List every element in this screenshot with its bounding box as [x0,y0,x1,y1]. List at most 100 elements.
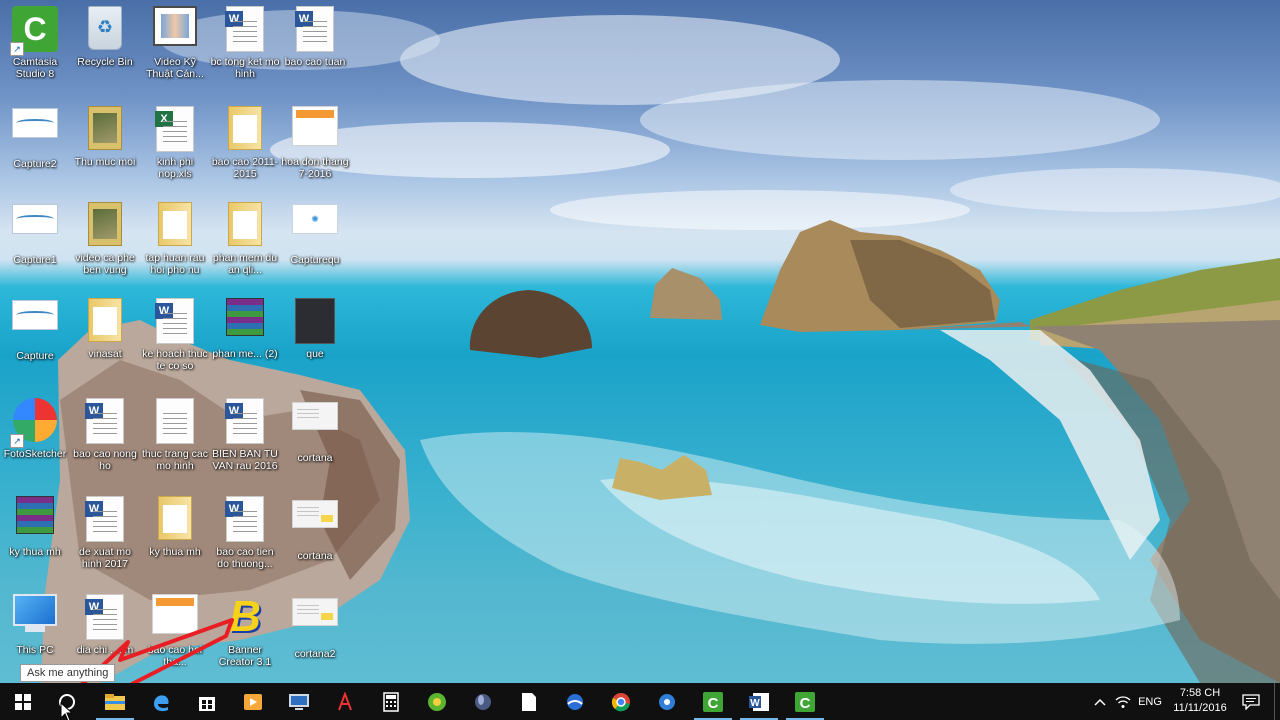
desktop-icon-de-xuat[interactable]: W de xuat mo hinh 2017 [70,490,140,586]
taskbar-file-explorer[interactable] [92,683,138,720]
desktop-icon-bao-cao-tuan[interactable]: W bao cao tuan [280,0,350,96]
folder-icon [158,496,192,540]
desktop-icon-banner-creator[interactable]: B Banner Creator 3.1 [210,588,280,684]
language-indicator[interactable]: ENG [1134,683,1166,720]
acrobat-icon [338,691,352,710]
folder-icon [228,202,262,246]
desktop-icon-ky-thua-mh-2[interactable]: ky thua mh [140,490,210,586]
camtasia-studio-icon: C [795,691,815,712]
desktop-icon-bien-ban[interactable]: W BIEN BAN TU VAN rau 2016 [210,392,280,488]
desktop-icon-phan-mem-du-an[interactable]: phan mem du an qli... [210,196,280,292]
clock-date: 11/11/2016 [1173,702,1227,714]
desktop-icon-camtasia-studio[interactable]: C Camtasia Studio 8 [0,0,70,96]
desktop-icon-fotosketcher[interactable]: FotoSketcher [0,392,70,488]
desktop-icon-cortana2[interactable]: cortana2 [280,588,350,684]
icon-label: que [306,348,324,360]
taskbar-word[interactable]: W [736,683,782,720]
word-document-icon: W [85,496,124,542]
desktop-icon-bao-cao-nong-ho[interactable]: W bao cao nong ho [70,392,140,488]
desktop-icon-video-ca-phe[interactable]: video ca phe ben vung [70,196,140,292]
spreadsheet-icon [292,106,338,146]
svg-text:C: C [708,695,719,712]
browser-icon [567,693,583,710]
taskbar-camtasia-studio[interactable]: C [782,683,828,720]
image-document-icon [152,594,198,634]
taskbar-chrome[interactable] [598,683,644,720]
taskbar-browser[interactable] [552,683,598,720]
start-button[interactable] [0,683,46,720]
recycle-bin-icon: ♻ [88,6,122,50]
taskbar-edge[interactable] [138,683,184,720]
desktop-icon-bao-cao-tien-do[interactable]: W bao cao tien do thuong... [210,490,280,586]
video-file-icon [153,6,197,46]
taskbar-camtasia-recorder[interactable]: C [690,683,736,720]
desktop-icon-kinh-phi[interactable]: X kinh phi nop.xls [140,100,210,196]
desktop-icon-capture2[interactable]: Capture2 [0,100,70,196]
taskbar-green-app[interactable] [414,683,460,720]
desktop-icon-capture1[interactable]: Capture1 [0,196,70,292]
word-document-icon: W [85,594,124,640]
action-center-button[interactable] [1236,683,1266,720]
desktop-icon-ke-hoach[interactable]: W ke hoach thuc te co so [140,292,210,388]
svg-text:C: C [800,695,811,712]
desktop-icon-vinasat[interactable]: vinasat [70,292,140,388]
image-file-icon: ✺ [292,204,338,234]
desktop-icon-thu-muc-moi[interactable]: Thu muc moi [70,100,140,196]
word-icon: W [749,692,769,711]
desktop-icon-recycle-bin[interactable]: ♻ Recycle Bin [70,0,140,96]
mouse-cursor-icon [60,702,74,720]
desktop-icon-cortana-b[interactable]: cortana [280,490,350,586]
windows-logo-icon [15,693,31,710]
svg-text:W: W [750,698,760,709]
icon-label: bao cao tien do thuong... [216,546,274,570]
icon-label: phan mem du an qli... [212,252,278,276]
desktop-icon-hoa-don[interactable]: hoa don thang 7-2016 [280,100,350,196]
desktop-icon-ky-thua-mh[interactable]: ky thua mh [0,490,70,586]
icon-label: video ca phe ben vung [75,252,135,276]
icon-label: bc tong ket mo hinh [210,56,280,80]
desktop-icon-capturequ[interactable]: ✺ Capturequ [280,196,350,292]
icon-label: kinh phi nop.xls [156,156,194,180]
clock[interactable]: 7:58 CH 11/11/2016 [1168,686,1232,716]
taskbar-acrobat[interactable] [322,683,368,720]
taskbar-store[interactable] [184,683,230,720]
wifi-icon [1115,695,1131,708]
tray-overflow-button[interactable] [1090,683,1110,720]
desktop-icon-cortana[interactable]: cortana [280,392,350,488]
taskbar-globe-app[interactable] [460,683,506,720]
desktop-icon-tap-huan[interactable]: tap huan rau hoi pho nu [140,196,210,292]
desktop-icon-capture[interactable]: Capture [0,292,70,388]
taskbar-remote-desktop[interactable] [276,683,322,720]
desktop-icon-thuc-trang[interactable]: thuc trang cac mo hinh [140,392,210,488]
image-file-icon [292,598,338,626]
network-button[interactable] [1112,683,1134,720]
taskbar-media-center[interactable] [644,683,690,720]
icon-label: This PC [16,644,54,656]
word-document-icon: W [295,6,334,52]
icon-label: Banner Creator 3.1 [218,644,272,668]
desktop-icon-bao-cao-2011[interactable]: bao cao 2011-2015 [210,100,280,196]
icon-label: ky thua mh [9,546,61,558]
desktop-icon-que[interactable]: que [280,292,350,388]
taskbar-notepad[interactable] [506,683,552,720]
taskbar-media-player[interactable] [230,683,276,720]
taskbar: C W C ENG 7:58 CH 11/11/2016 [0,683,1280,720]
camtasia-icon: C [12,6,58,52]
desktop-icon-bc-tong-ket[interactable]: W bc tong ket mo hinh [210,0,280,96]
winrar-archive-icon [226,298,264,336]
icon-label: Video Kỹ Thuật Cán... [146,56,204,80]
icon-label: ky thua mh [149,546,201,558]
dark-image-icon [295,298,335,344]
folder-icon [88,106,122,150]
desktop-icon-bao-cao-hoi[interactable]: bao cao hoi tha... [140,588,210,684]
folder-icon [88,202,122,246]
icon-label: FotoSketcher [3,448,67,460]
image-file-icon [292,402,338,430]
desktop-icon-phan-me-2[interactable]: phan me... (2) [210,292,280,388]
show-desktop-button[interactable] [1274,683,1280,720]
desktop-icon-video-ky-thuat[interactable]: Video Kỹ Thuật Cán... [140,0,210,96]
word-document-icon: W [225,496,264,542]
folder-icon [228,106,262,150]
taskbar-calculator[interactable] [368,683,414,720]
search-tooltip: Ask me anything [20,664,116,682]
